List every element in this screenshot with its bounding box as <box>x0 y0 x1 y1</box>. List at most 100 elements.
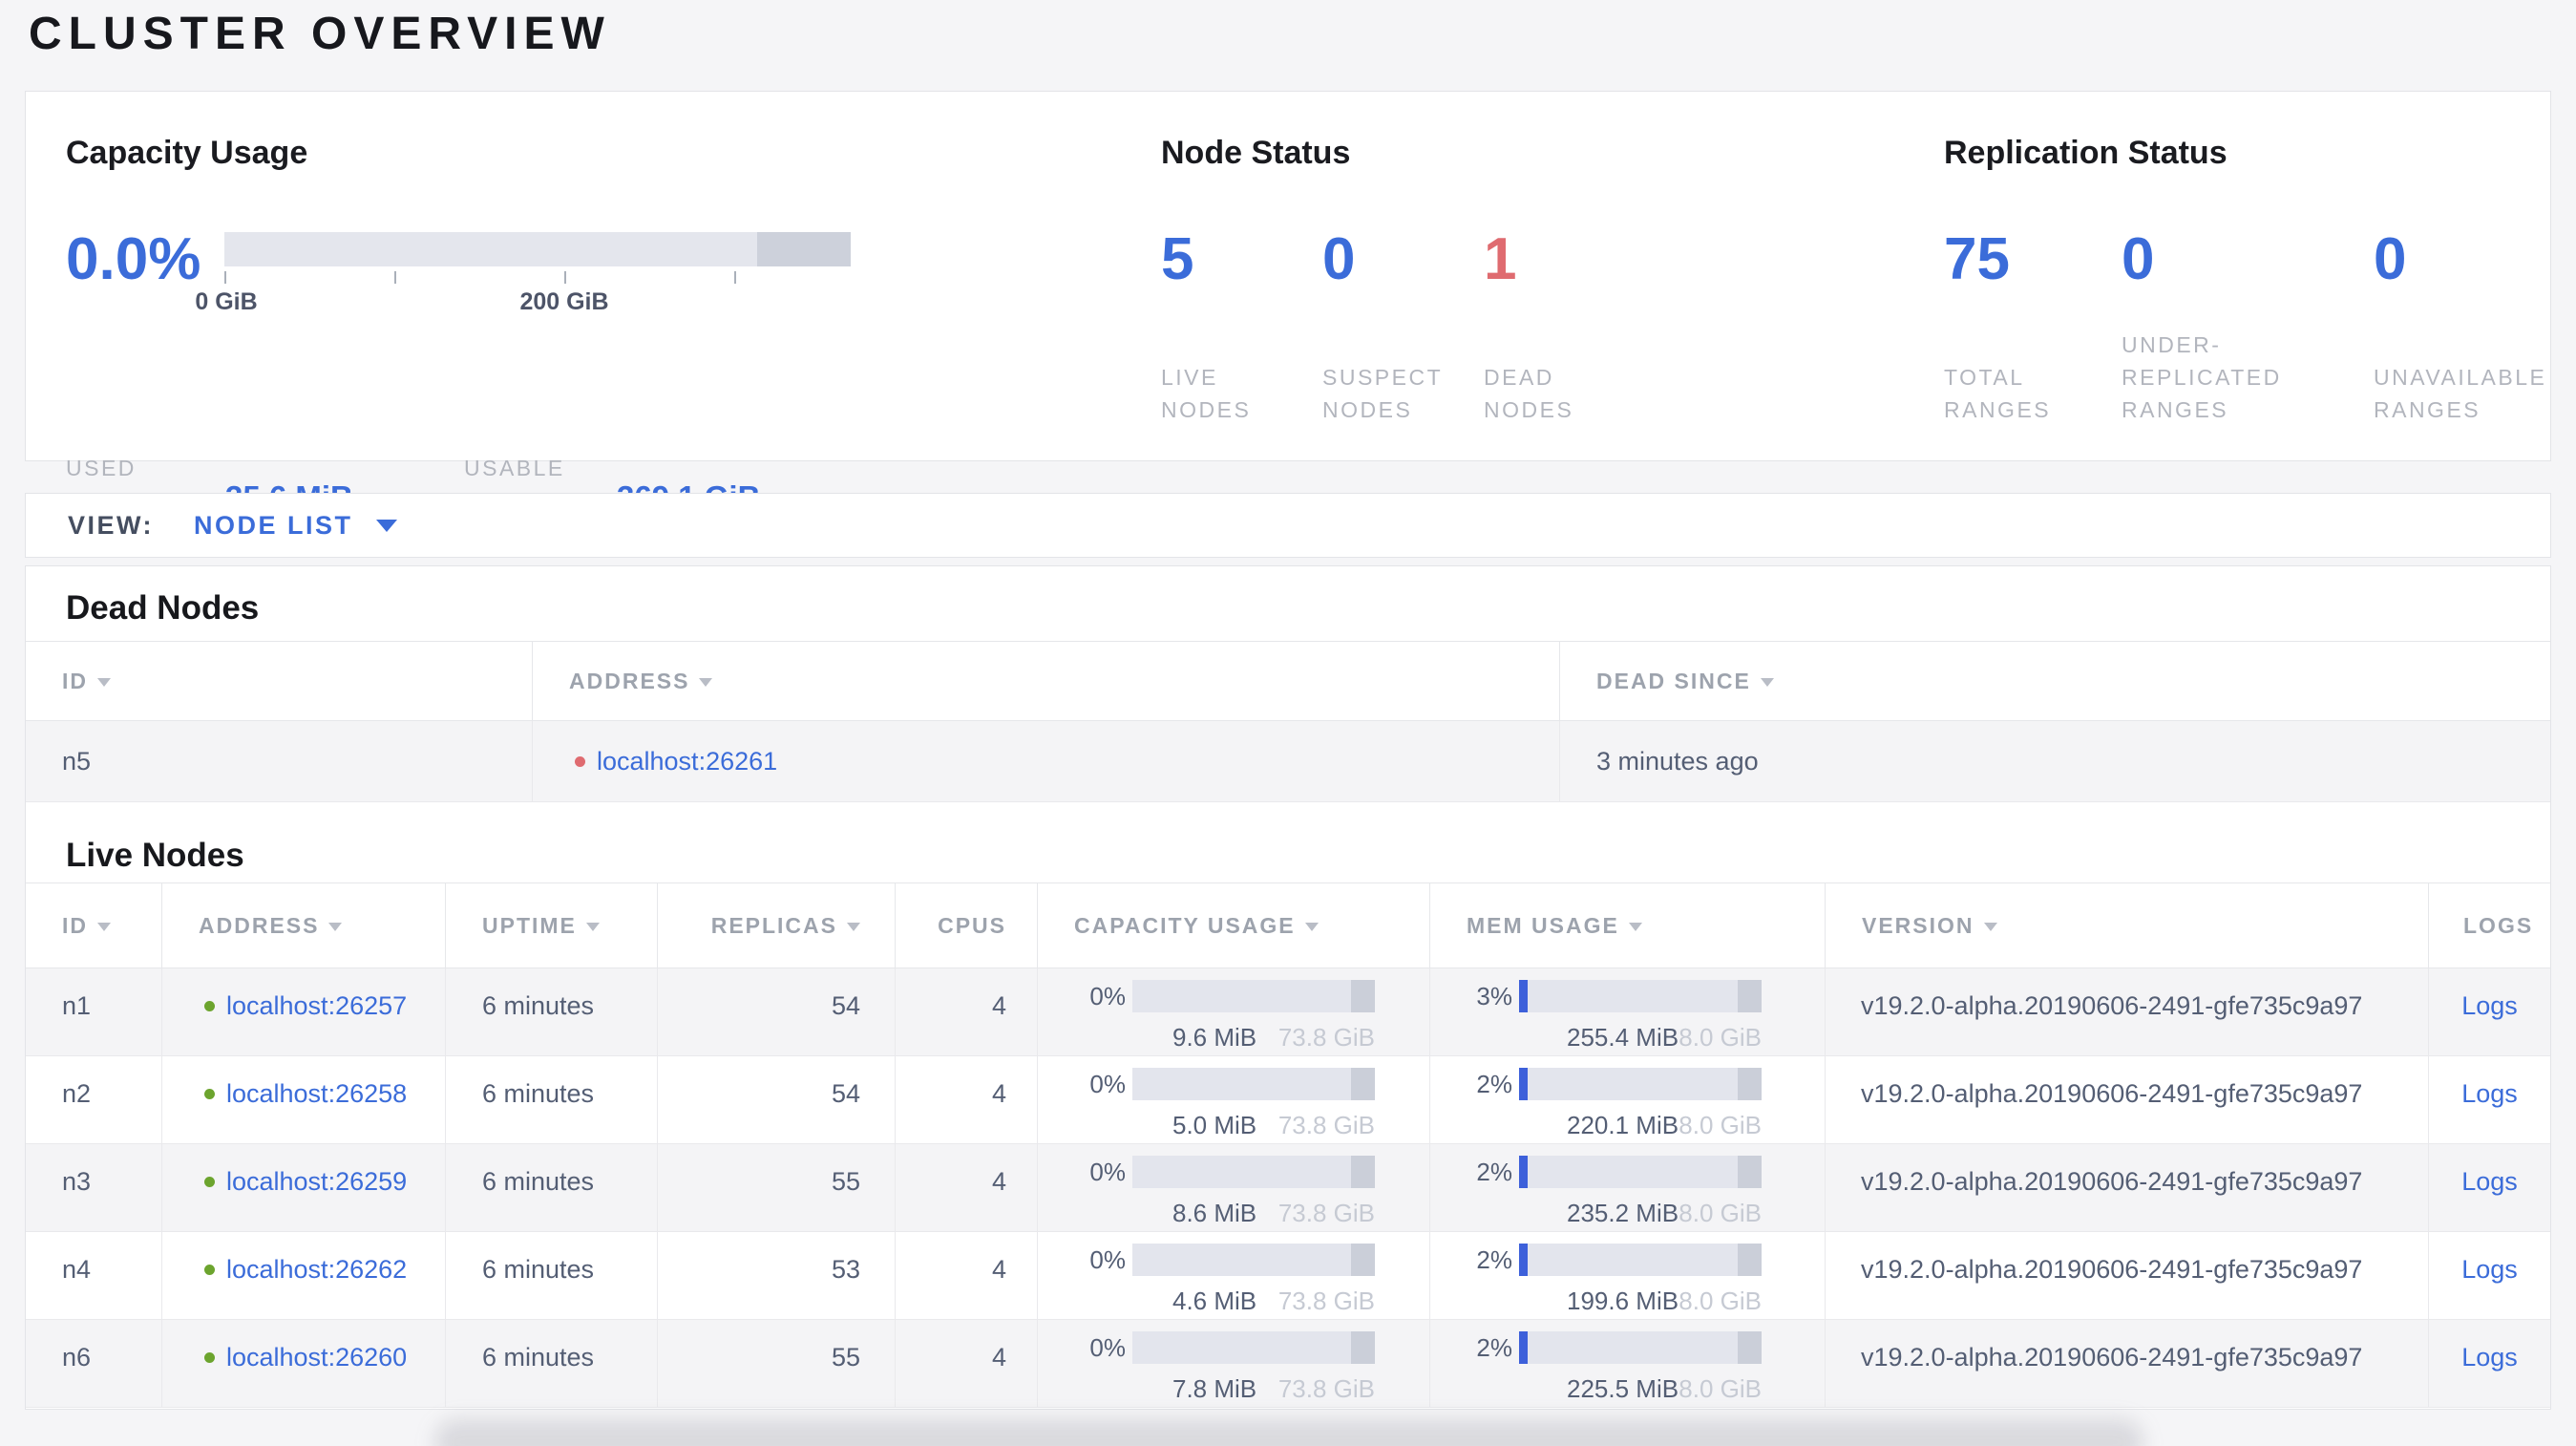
usage-bar-track <box>1519 1244 1762 1276</box>
usage-bar-track <box>1519 1068 1762 1100</box>
sort-header-address[interactable]: ADDRESS <box>162 883 446 968</box>
usage-bar-reserved <box>1738 1331 1762 1364</box>
live-nodes-title: Live Nodes <box>66 837 244 874</box>
sort-header-version[interactable]: VERSION <box>1826 883 2429 968</box>
usage-percent: 0% <box>1089 1158 1126 1186</box>
usage-bar-reserved <box>1351 1068 1375 1100</box>
capacity-usage-cell: 0% 7.8 MiB 73.8 GiB <box>1038 1320 1430 1407</box>
logs-link[interactable]: Logs <box>2461 989 2518 1022</box>
replication-status-section: Replication Status 75 TOTAL RANGES 0 UND… <box>1944 134 2544 517</box>
sort-header-mem-usage[interactable]: MEM USAGE <box>1430 883 1826 968</box>
node-id-cell: n3 <box>26 1144 162 1231</box>
usage-percent: 2% <box>1476 1070 1512 1098</box>
usage-bar-reserved <box>1738 1244 1762 1276</box>
mem-usage-cell: 3% 255.4 MiB 8.0 GiB <box>1430 968 1826 1055</box>
usage-total-value: 8.0 GiB <box>1679 1023 1762 1052</box>
usage-bar-row: 0% <box>1038 1244 1375 1276</box>
node-address-link[interactable]: localhost:26261 <box>597 747 777 776</box>
usage-used-value: 8.6 MiB <box>1172 1199 1257 1227</box>
column-header-label: DEAD SINCE <box>1596 668 1751 693</box>
logs-link[interactable]: Logs <box>2461 1165 2518 1198</box>
node-address-link[interactable]: localhost:26259 <box>226 1165 407 1198</box>
column-header-label: ID <box>62 668 88 693</box>
usage-values-row: 5.0 MiB 73.8 GiB <box>1132 1109 1375 1141</box>
stat-live-nodes: 5 LIVE NODES <box>1161 229 1309 426</box>
usage-values-row: 235.2 MiB 8.0 GiB <box>1519 1197 1762 1229</box>
axis-tick-label-200: 200 GiB <box>519 288 609 315</box>
sort-caret-icon <box>699 678 713 687</box>
logs-link[interactable]: Logs <box>2461 1341 2518 1373</box>
live-nodes-label: LIVE NODES <box>1161 365 1252 422</box>
node-address-link[interactable]: localhost:26262 <box>226 1253 407 1286</box>
usage-percent: 0% <box>1089 1245 1126 1274</box>
usage-percent: 0% <box>1089 982 1126 1010</box>
usage-bar-reserved <box>1351 1156 1375 1188</box>
sort-caret-icon <box>847 923 860 931</box>
under-replicated-ranges-label: UNDER-REPLICATED RANGES <box>2122 332 2282 422</box>
view-selector-dropdown[interactable]: NODE LIST <box>194 511 397 541</box>
sort-header-capacity-usage[interactable]: CAPACITY USAGE <box>1038 883 1430 968</box>
version-cell: v19.2.0-alpha.20190606-2491-gfe735c9a97 <box>1826 1056 2429 1143</box>
usage-bar-row: 0% <box>1038 1331 1375 1364</box>
live-nodes-value: 5 <box>1161 226 1194 292</box>
sort-header-dead-since[interactable]: DEAD SINCE <box>1560 642 2550 720</box>
under-replicated-ranges-value: 0 <box>2122 226 2155 292</box>
sort-header-replicas[interactable]: REPLICAS <box>658 883 896 968</box>
usage-bar-track <box>1132 980 1375 1012</box>
logs-link[interactable]: Logs <box>2461 1253 2518 1286</box>
sort-caret-icon <box>585 923 600 931</box>
column-header-label: CPUS <box>938 912 1006 938</box>
usage-total-value: 8.0 GiB <box>1679 1374 1762 1403</box>
usage-percent: 2% <box>1476 1158 1512 1186</box>
usage-bar-fill <box>1519 1244 1528 1276</box>
usage-bar-track <box>1132 1331 1375 1364</box>
sort-header-uptime[interactable]: UPTIME <box>446 883 658 968</box>
sort-header-address[interactable]: ADDRESS <box>533 642 1560 720</box>
logs-cell: Logs <box>2429 968 2550 1055</box>
column-header-label: REPLICAS <box>710 912 837 938</box>
logs-link[interactable]: Logs <box>2461 1077 2518 1110</box>
usage-total-value: 8.0 GiB <box>1679 1111 1762 1139</box>
node-address-link[interactable]: localhost:26258 <box>226 1077 407 1110</box>
usage-bar-fill <box>1519 1068 1528 1100</box>
uptime-cell: 6 minutes <box>446 1056 658 1143</box>
usage-bar-row: 0% <box>1038 1156 1375 1188</box>
usage-bar-track <box>1132 1156 1375 1188</box>
node-address-cell: localhost:26257 <box>162 968 446 1055</box>
capacity-usage-cell: 0% 9.6 MiB 73.8 GiB <box>1038 968 1430 1055</box>
node-id-cell: n1 <box>26 968 162 1055</box>
live-status-dot-icon <box>204 1089 215 1099</box>
replicas-cell: 54 <box>658 968 896 1055</box>
sort-caret-icon <box>97 923 111 931</box>
usage-total-value: 73.8 GiB <box>1277 1111 1375 1139</box>
live-node-row: n4 localhost:26262 6 minutes 53 4 0% 4.6 MiB 73… <box>26 1232 2550 1320</box>
live-status-dot-icon <box>204 1001 215 1011</box>
usage-bar-reserved <box>1738 1156 1762 1188</box>
dead-nodes-value: 1 <box>1484 226 1517 292</box>
capacity-usage-section: Capacity Usage 0.0% 0 GiB 200 GiB USED C… <box>66 134 1135 517</box>
sort-caret-icon <box>1983 923 1997 931</box>
usage-values-row: 7.8 MiB 73.8 GiB <box>1132 1372 1375 1405</box>
usage-bar-fill <box>1519 1331 1528 1364</box>
mem-usage-cell: 2% 220.1 MiB 8.0 GiB <box>1430 1056 1826 1143</box>
sort-header-id[interactable]: ID <box>26 642 533 720</box>
usage-values-row: 4.6 MiB 73.8 GiB <box>1132 1285 1375 1317</box>
sort-header-id[interactable]: ID <box>26 883 162 968</box>
node-address-link[interactable]: localhost:26260 <box>226 1341 407 1373</box>
axis-tick-label-0: 0 GiB <box>195 288 258 315</box>
replicas-cell: 55 <box>658 1320 896 1407</box>
column-header-label: VERSION <box>1862 912 1974 938</box>
usage-used-value: 225.5 MiB <box>1567 1374 1679 1403</box>
node-address-link[interactable]: localhost:26257 <box>226 989 407 1022</box>
node-address-cell: localhost:26261 <box>533 721 1560 801</box>
node-id-cell: n2 <box>26 1056 162 1143</box>
version-cell: v19.2.0-alpha.20190606-2491-gfe735c9a97 <box>1826 1320 2429 1407</box>
column-header-label: ADDRESS <box>199 912 320 938</box>
total-ranges-value: 75 <box>1944 226 2010 292</box>
suspect-nodes-label: SUSPECT NODES <box>1322 365 1443 422</box>
node-address-cell: localhost:26262 <box>162 1232 446 1319</box>
bottom-scroll-shadow <box>434 1419 2143 1446</box>
logs-cell: Logs <box>2429 1232 2550 1319</box>
cpus-cell: 4 <box>896 1320 1038 1407</box>
replicas-cell: 54 <box>658 1056 896 1143</box>
